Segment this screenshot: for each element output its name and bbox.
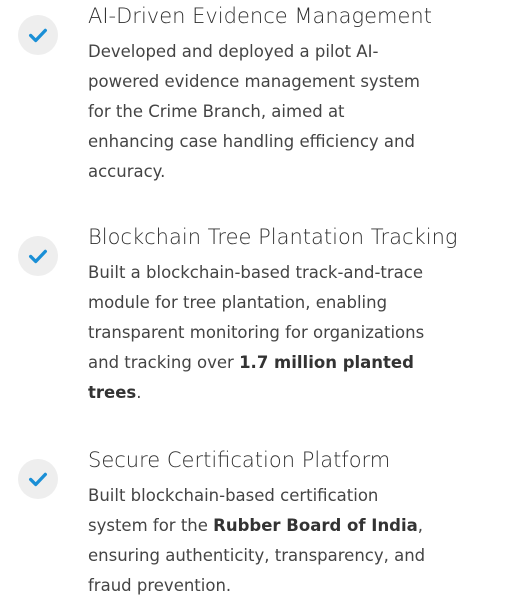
description-line: ensuring authenticity, transparency, and	[88, 541, 506, 571]
description-text: Built blockchain-based certification	[88, 486, 379, 505]
description-text: for the Crime Branch, aimed at	[88, 102, 345, 121]
check-icon	[29, 28, 47, 43]
feature-title: AI-Driven Evidence Management	[88, 4, 432, 28]
description-text: ,	[417, 516, 424, 535]
description-text: Developed and deployed a pilot AI-	[88, 42, 379, 61]
highlight-text: Rubber Board of India	[213, 516, 418, 535]
description-text: enhancing case handling efficiency and	[88, 132, 415, 151]
description-line: Developed and deployed a pilot AI-	[88, 37, 506, 67]
feature-description: Developed and deployed a pilot AI- power…	[88, 37, 506, 187]
description-text: system for the	[88, 516, 214, 535]
description-line: fraud prevention.	[88, 571, 506, 601]
feature-description: Built a blockchain-based track-and-trace…	[88, 258, 506, 408]
description-line: enhancing case handling efficiency and	[88, 127, 506, 157]
description-text: powered evidence management system	[88, 72, 420, 91]
description-line: for the Crime Branch, aimed at	[88, 97, 506, 127]
description-line: Built blockchain-based certification	[88, 481, 506, 511]
description-text: fraud prevention.	[88, 576, 232, 595]
description-line: transparent monitoring for organizations	[88, 318, 506, 348]
description-line: trees.	[88, 378, 506, 408]
description-line: system for the Rubber Board of India,	[88, 511, 506, 541]
feature-description: Built blockchain-based certification sys…	[88, 481, 506, 601]
description-text: .	[136, 383, 142, 402]
description-text: module for tree plantation, enabling	[88, 293, 388, 312]
check-icon	[29, 472, 47, 487]
description-text: ensuring authenticity, transparency, and	[88, 546, 426, 565]
description-text: accuracy.	[88, 162, 166, 181]
description-line: and tracking over 1.7 million planted	[88, 348, 506, 378]
highlight-text: trees	[88, 383, 137, 402]
check-badge	[18, 236, 58, 276]
description-line: module for tree plantation, enabling	[88, 288, 506, 318]
check-icon	[29, 249, 47, 264]
check-badge	[18, 459, 58, 499]
description-text: and tracking over	[88, 353, 240, 372]
highlight-text: 1.7 million planted	[239, 353, 414, 372]
feature-title: Secure Certification Platform	[88, 448, 391, 472]
description-line: Built a blockchain-based track-and-trace	[88, 258, 506, 288]
description-line: accuracy.	[88, 157, 506, 187]
description-text: Built a blockchain-based track-and-trace	[88, 263, 424, 282]
description-text: transparent monitoring for organizations	[88, 323, 425, 342]
feature-list: AI-Driven Evidence Management Developed …	[0, 0, 506, 601]
description-line: powered evidence management system	[88, 67, 506, 97]
check-badge	[18, 15, 58, 55]
feature-title: Blockchain Tree Plantation Tracking	[88, 225, 458, 249]
